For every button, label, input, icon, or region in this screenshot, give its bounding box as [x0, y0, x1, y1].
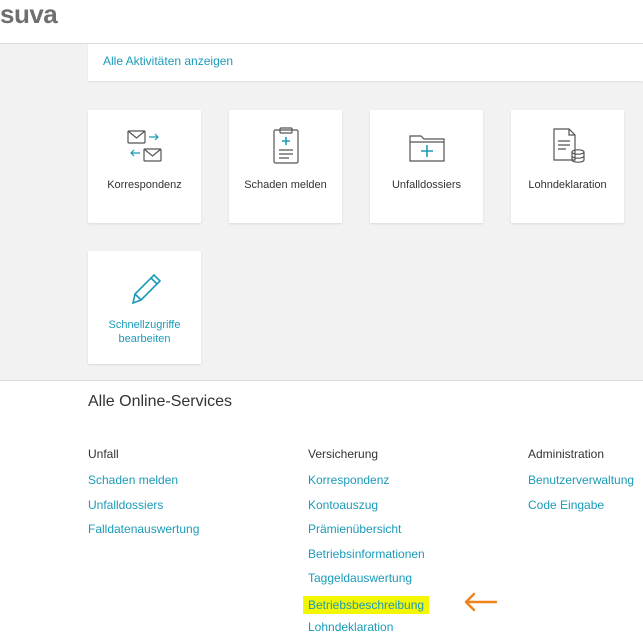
column-heading: Administration	[528, 447, 605, 461]
service-link[interactable]: Falldatenauswertung	[88, 522, 199, 547]
service-link[interactable]: Betriebsinformationen	[308, 547, 429, 572]
service-link[interactable]: Prämienübersicht	[308, 522, 429, 547]
tile-edit-quick-access[interactable]: Schnellzugriffe bearbeiten	[88, 251, 201, 364]
pencil-icon	[88, 267, 201, 307]
mail-exchange-icon	[88, 126, 201, 166]
service-link[interactable]: Taggeldauswertung	[308, 571, 429, 596]
service-link[interactable]: Code Eingabe	[528, 498, 634, 523]
tile-schaden-melden[interactable]: Schaden melden	[229, 110, 342, 223]
service-link[interactable]: Schaden melden	[88, 473, 199, 498]
service-link[interactable]: Korrespondenz	[308, 473, 429, 498]
tile-label: Lohndeklaration	[528, 179, 607, 191]
header: suva	[0, 0, 643, 44]
edit-label-line2: bearbeiten	[118, 333, 171, 345]
service-link-highlighted[interactable]: Betriebsbeschreibung	[303, 595, 430, 614]
tile-unfalldossiers[interactable]: Unfalldossiers	[370, 110, 483, 223]
document-coins-icon	[511, 126, 624, 166]
services-column-unfall: Unfall Schaden melden Unfalldossiers Fal…	[88, 447, 199, 547]
tile-label: Unfalldossiers	[391, 179, 462, 191]
section-title-online-services: Alle Online-Services	[88, 393, 233, 410]
tile-label: Schnellzugriffe bearbeiten	[92, 318, 197, 346]
tile-lohndeklaration[interactable]: Lohndeklaration	[511, 110, 624, 223]
clipboard-medical-icon	[229, 126, 342, 166]
edit-label-line1: Schnellzugriffe	[108, 319, 181, 331]
service-link[interactable]: Lohndeklaration	[308, 620, 429, 643]
column-heading: Versicherung	[308, 447, 379, 461]
suva-logo[interactable]: suva	[0, 0, 58, 28]
services-column-administration: Administration Benutzerverwaltung Code E…	[528, 447, 634, 522]
folder-medical-icon	[370, 126, 483, 166]
service-link[interactable]: Kontoauszug	[308, 498, 429, 523]
column-heading: Unfall	[88, 447, 119, 461]
services-column-versicherung: Versicherung Korrespondenz Kontoauszug P…	[303, 447, 430, 643]
show-all-activities-link[interactable]: Alle Aktivitäten anzeigen	[103, 54, 233, 68]
service-link[interactable]: Benutzerverwaltung	[528, 473, 634, 498]
tile-label: Korrespondenz	[107, 179, 182, 191]
activities-card: Alle Aktivitäten anzeigen	[88, 44, 643, 81]
annotation-arrow-left-icon	[464, 592, 498, 612]
tile-korrespondenz[interactable]: Korrespondenz	[88, 110, 201, 223]
tile-label: Schaden melden	[244, 179, 327, 191]
service-link[interactable]: Unfalldossiers	[88, 498, 199, 523]
